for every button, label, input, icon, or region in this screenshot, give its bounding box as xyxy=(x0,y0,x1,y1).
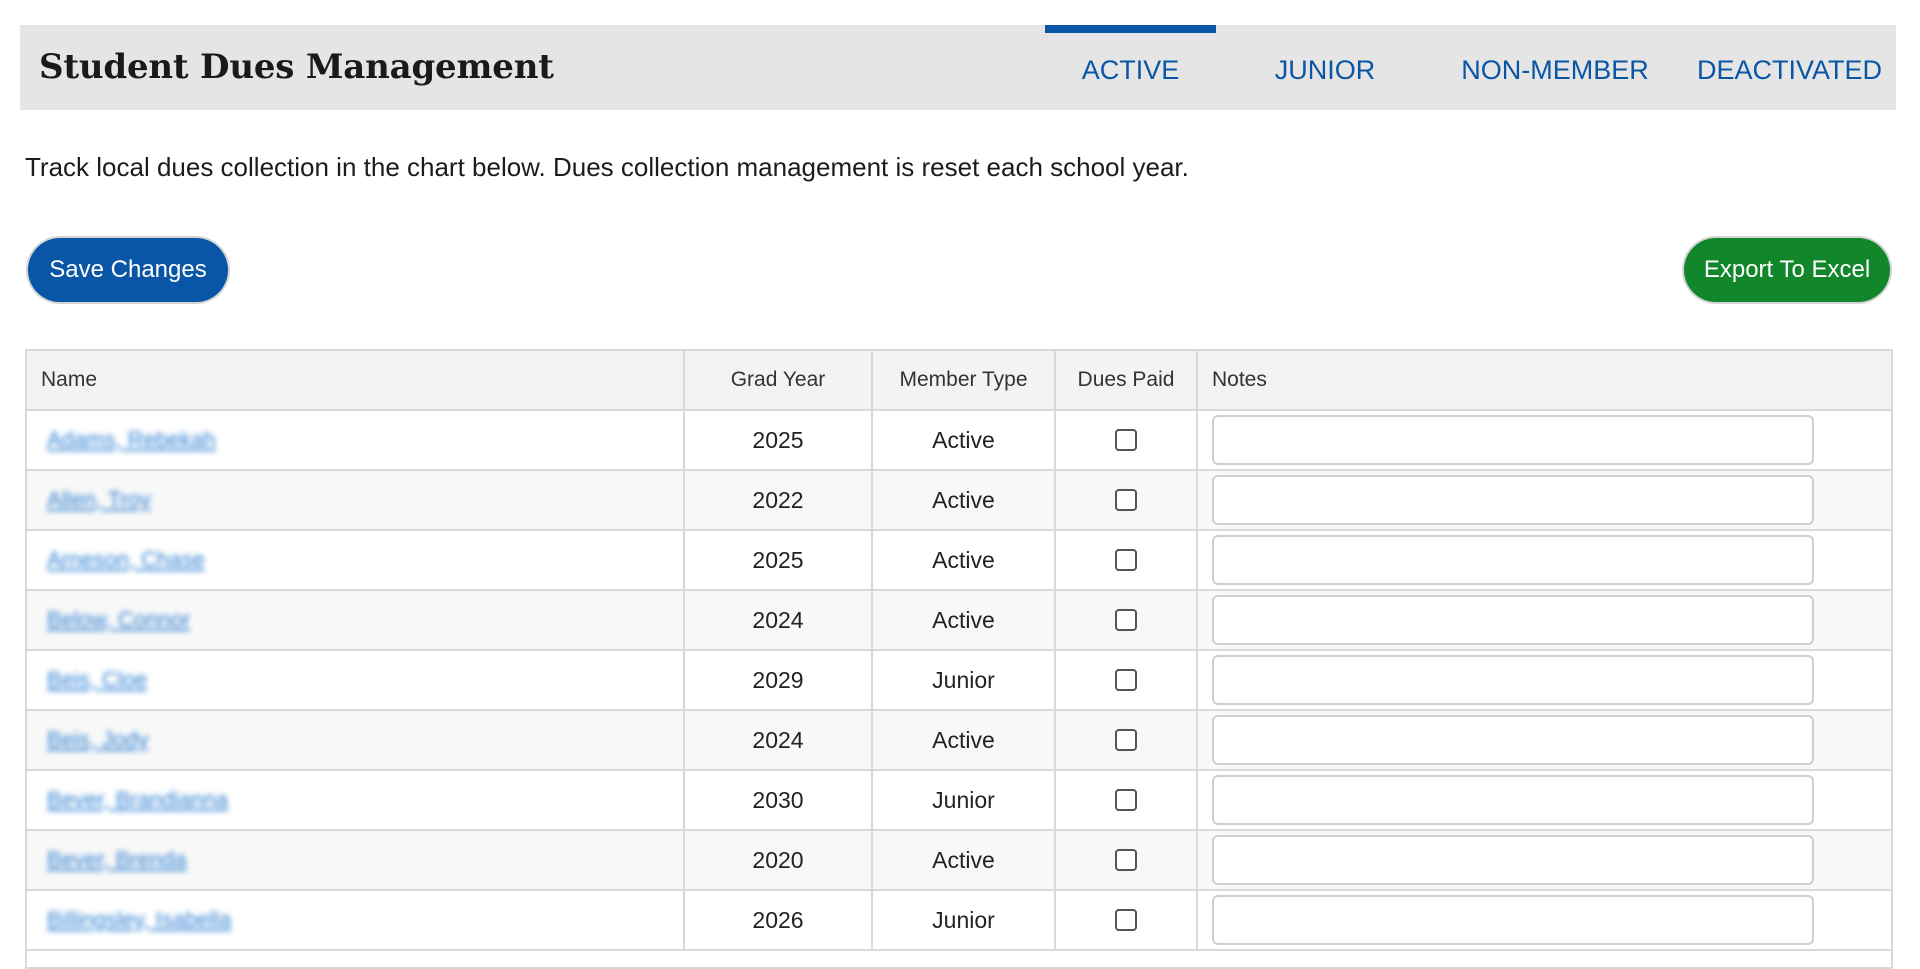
notes-input[interactable] xyxy=(1212,535,1814,585)
notes-input[interactable] xyxy=(1212,775,1814,825)
grad-year-cell: 2026 xyxy=(685,891,873,949)
notes-input[interactable] xyxy=(1212,475,1814,525)
table-header-row: Name Grad Year Member Type Dues Paid Not… xyxy=(27,351,1891,411)
table-row: Billingsley, Isabella 2026 Junior xyxy=(27,891,1891,951)
grad-year-cell: 2030 xyxy=(685,771,873,829)
member-type-cell: Active xyxy=(873,411,1056,469)
member-type-cell: Active xyxy=(873,531,1056,589)
dues-paid-checkbox[interactable] xyxy=(1115,489,1137,511)
dues-paid-checkbox[interactable] xyxy=(1115,849,1137,871)
dues-table: Name Grad Year Member Type Dues Paid Not… xyxy=(25,349,1893,969)
tab-active[interactable]: ACTIVE xyxy=(1045,25,1216,110)
student-name-link[interactable]: Below, Connor xyxy=(47,607,190,633)
table-row: Arneson, Chase 2025 Active xyxy=(27,531,1891,591)
grad-year-cell: 2022 xyxy=(685,471,873,529)
column-header-dues-paid: Dues Paid xyxy=(1056,351,1198,409)
member-type-cell: Active xyxy=(873,591,1056,649)
tab-junior[interactable]: JUNIOR xyxy=(1250,25,1400,110)
page-title: Student Dues Management xyxy=(39,47,554,87)
notes-input[interactable] xyxy=(1212,415,1814,465)
member-type-cell: Active xyxy=(873,711,1056,769)
table-row: Beis, Cloe 2029 Junior xyxy=(27,651,1891,711)
intro-text: Track local dues collection in the chart… xyxy=(25,152,1189,182)
column-header-grad-year: Grad Year xyxy=(685,351,873,409)
student-name-link[interactable]: Beis, Cloe xyxy=(47,667,147,693)
dues-paid-checkbox[interactable] xyxy=(1115,549,1137,571)
student-name-link[interactable]: Bever, Brenda xyxy=(47,847,186,873)
student-name-link[interactable]: Arneson, Chase xyxy=(47,547,205,573)
tab-non-member[interactable]: NON-MEMBER xyxy=(1450,25,1660,110)
student-name-link[interactable]: Beis, Jody xyxy=(47,727,149,753)
notes-input[interactable] xyxy=(1212,655,1814,705)
dues-paid-checkbox[interactable] xyxy=(1115,429,1137,451)
member-type-cell: Junior xyxy=(873,651,1056,709)
table-row: Adams, Rebekah 2025 Active xyxy=(27,411,1891,471)
dues-paid-checkbox[interactable] xyxy=(1115,729,1137,751)
table-row: Bever, Brenda 2020 Active xyxy=(27,831,1891,891)
student-name-link[interactable]: Adams, Rebekah xyxy=(47,427,216,453)
grad-year-cell: 2020 xyxy=(685,831,873,889)
notes-input[interactable] xyxy=(1212,595,1814,645)
grad-year-cell: 2025 xyxy=(685,411,873,469)
save-changes-button[interactable]: Save Changes xyxy=(28,238,228,302)
member-type-cell: Junior xyxy=(873,891,1056,949)
dues-paid-checkbox[interactable] xyxy=(1115,609,1137,631)
column-header-notes: Notes xyxy=(1212,368,1267,391)
grad-year-cell: 2025 xyxy=(685,531,873,589)
table-row: Below, Connor 2024 Active xyxy=(27,591,1891,651)
student-name-link[interactable]: Bever, Brandianna xyxy=(47,787,228,813)
notes-input[interactable] xyxy=(1212,715,1814,765)
grad-year-cell: 2024 xyxy=(685,711,873,769)
table-row: Beis, Jody 2024 Active xyxy=(27,711,1891,771)
member-type-cell: Active xyxy=(873,831,1056,889)
page-header: Student Dues Management ACTIVE JUNIOR NO… xyxy=(20,25,1896,110)
table-row: Allen, Troy 2022 Active xyxy=(27,471,1891,531)
column-header-member-type: Member Type xyxy=(873,351,1056,409)
grad-year-cell: 2029 xyxy=(685,651,873,709)
dues-paid-checkbox[interactable] xyxy=(1115,909,1137,931)
dues-paid-checkbox[interactable] xyxy=(1115,669,1137,691)
notes-input[interactable] xyxy=(1212,895,1814,945)
member-type-cell: Junior xyxy=(873,771,1056,829)
table-row: Bever, Brandianna 2030 Junior xyxy=(27,771,1891,831)
export-to-excel-button[interactable]: Export To Excel xyxy=(1684,238,1890,302)
dues-paid-checkbox[interactable] xyxy=(1115,789,1137,811)
member-type-cell: Active xyxy=(873,471,1056,529)
notes-input[interactable] xyxy=(1212,835,1814,885)
student-name-link[interactable]: Allen, Troy xyxy=(47,487,151,513)
student-name-link[interactable]: Billingsley, Isabella xyxy=(47,907,231,933)
column-header-name: Name xyxy=(27,351,685,409)
tab-deactivated[interactable]: DEACTIVATED xyxy=(1692,25,1887,110)
grad-year-cell: 2024 xyxy=(685,591,873,649)
